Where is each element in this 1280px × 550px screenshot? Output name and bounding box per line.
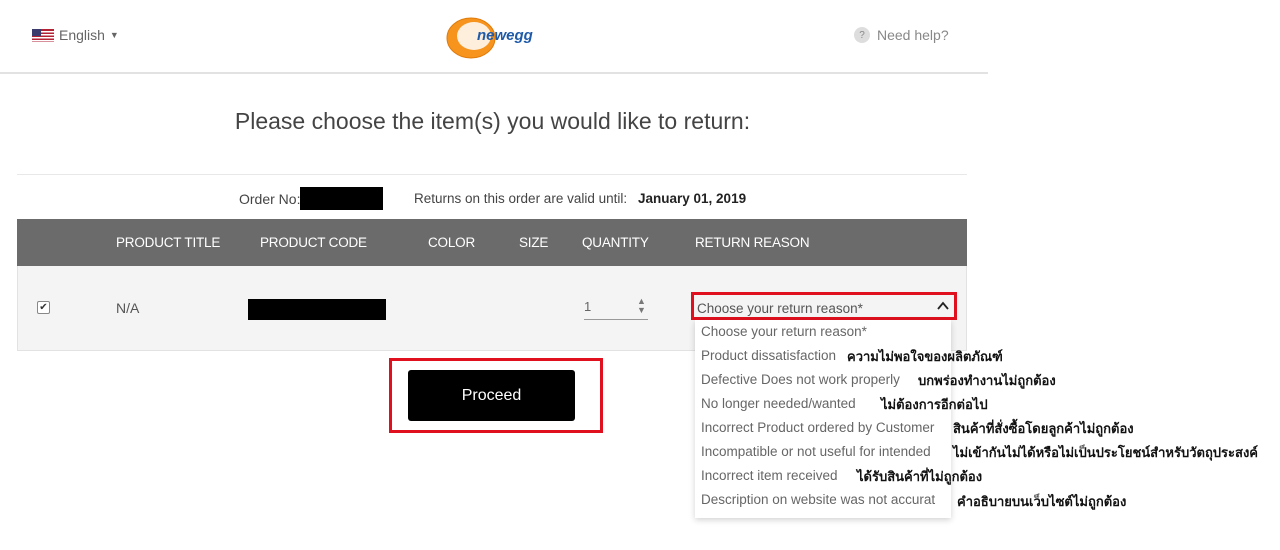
column-header-product-code: PRODUCT CODE [260,235,367,250]
help-link[interactable]: ? Need help? [854,27,949,43]
chevron-up-icon [937,301,949,310]
thai-translation: สินค้าที่สั่งซื้อโดยลูกค้าไม่ถูกต้อง [953,422,1134,437]
valid-until-date: January 01, 2019 [638,191,747,206]
valid-until-label: Returns on this order are valid until: [414,191,628,206]
order-number-redacted [300,187,383,210]
table-header: PRODUCT TITLE PRODUCT CODE COLOR SIZE QU… [17,219,967,266]
dropdown-option[interactable]: Defective Does not work properly [701,372,900,387]
us-flag-icon [32,28,54,42]
thai-translation: ไม่ต้องการอีกต่อไป [881,398,988,413]
dropdown-option[interactable]: Incorrect item received [701,468,838,483]
thai-translation: ความไม่พอใจของผลิตภัณฑ์ [847,350,1003,365]
logo-text: newegg [477,27,533,44]
return-reason-select[interactable]: Choose your return reason* [691,292,957,320]
dropdown-option[interactable]: Description on website was not accurat [701,492,935,507]
help-label: Need help? [877,27,949,43]
dropdown-option[interactable]: Incorrect Product ordered by Customer [701,420,934,435]
dropdown-option[interactable]: Incompatible or not useful for intended [701,444,931,459]
thai-translation: คำอธิบายบนเว็บไซต์ไม่ถูกต้อง [957,495,1127,510]
column-header-return-reason: RETURN REASON [695,235,810,250]
caret-down-icon: ▼ [109,30,119,40]
stepper-arrows-icon[interactable]: ▲ ▼ [637,297,646,315]
thai-translation: ไม่เข้ากันไม่ได้หรือไม่เป็นประโยชน์สำหรั… [953,446,1259,461]
quantity-stepper[interactable]: 1 ▲ ▼ [584,297,648,320]
thai-translation: บกพร่องทำงานไม่ถูกต้อง [918,374,1056,389]
language-selector[interactable]: English ▼ [32,27,119,43]
language-label: English [59,27,105,43]
page-title: Please choose the item(s) you would like… [234,108,751,134]
order-number-label: Order No: [239,191,301,207]
row-checkbox[interactable]: ✔ [37,301,50,314]
column-header-product-title: PRODUCT TITLE [116,235,221,250]
product-code-redacted [248,299,386,320]
return-reason-selected: Choose your return reason* [697,301,863,316]
order-info-row: Order No: Returns on this order are vali… [17,174,967,219]
column-header-size: SIZE [519,235,549,250]
dropdown-option[interactable]: Choose your return reason* [701,324,867,339]
newegg-logo[interactable]: newegg [445,12,545,60]
column-header-color: COLOR [428,235,476,250]
site-header: English ▼ newegg ? Need help? [0,0,988,74]
question-icon: ? [854,27,870,43]
thai-translation: ได้รับสินค้าที่ไม่ถูกต้อง [857,470,983,485]
proceed-button[interactable]: Proceed [408,370,575,421]
dropdown-option[interactable]: Product dissatisfaction [701,348,836,363]
quantity-value: 1 [584,299,592,314]
column-header-quantity: QUANTITY [582,235,649,250]
product-title-cell: N/A [116,300,140,316]
dropdown-option[interactable]: No longer needed/wanted [701,396,856,411]
